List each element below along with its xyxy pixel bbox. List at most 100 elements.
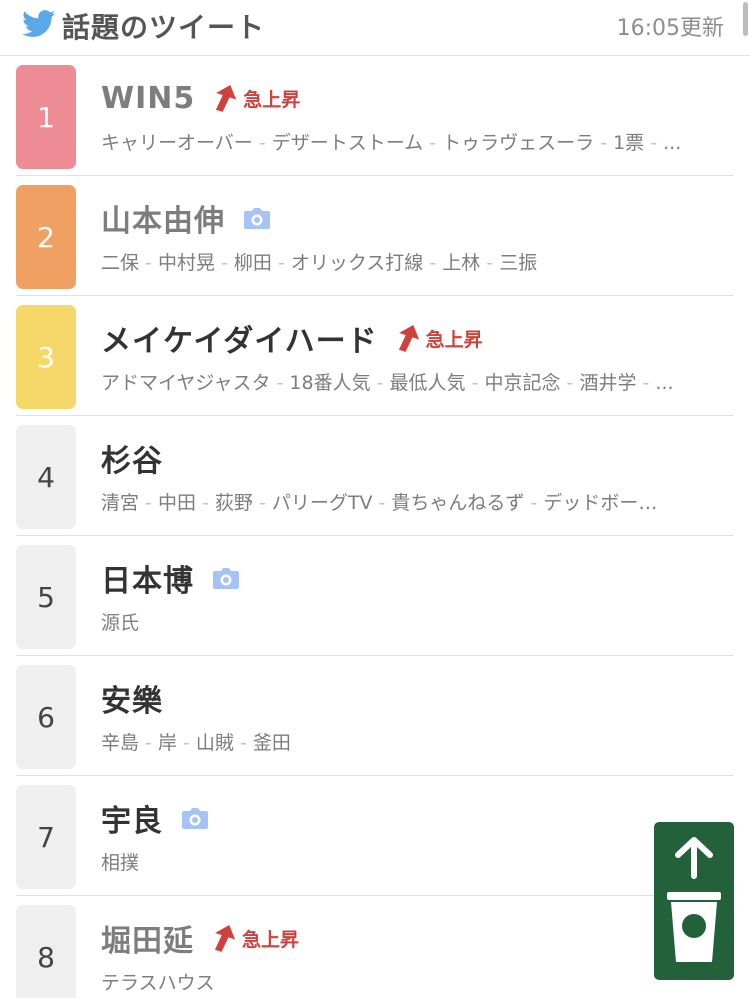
trend-title[interactable]: 堀田延 — [101, 916, 194, 960]
trend-heading: 堀田延 急上昇 — [101, 916, 299, 960]
related-tags: 清宮 - 中田 - 荻野 - パリーグTV - 貴ちゃんねるず - デッドボー… — [101, 488, 729, 515]
rising-arrow-icon — [398, 324, 419, 352]
related-tags: 二保 - 中村晃 - 柳田 - オリックス打線 - 上林 - 三振 — [101, 248, 729, 275]
rising-badge: 急上昇 — [210, 923, 299, 953]
tag-separator: - — [176, 732, 196, 754]
related-tags: キャリーオーバー - デザートストーム - トゥラヴェスーラ - 1票 - ..… — [101, 128, 729, 155]
related-tag[interactable]: 山賊 — [196, 732, 234, 754]
tag-separator: - — [252, 492, 272, 514]
related-tags: 源氏 — [101, 608, 729, 635]
rank-badge: 6 — [16, 665, 76, 769]
trend-title[interactable]: 安樂 — [101, 676, 163, 720]
header: 話題のツイート 16:05更新 — [0, 0, 750, 56]
related-tag[interactable]: 三振 — [499, 252, 537, 274]
related-tag[interactable]: 柳田 — [234, 252, 272, 274]
related-tag[interactable]: ... — [663, 132, 681, 154]
page-title: 話題のツイート — [62, 11, 266, 44]
camera-icon — [182, 808, 208, 829]
rank-badge: 7 — [16, 785, 76, 889]
tag-separator: - — [139, 732, 158, 754]
related-tag[interactable]: 岸 — [158, 732, 177, 754]
tag-separator: - — [644, 132, 664, 154]
rank-badge: 8 — [16, 905, 76, 998]
related-tag[interactable]: テラスハウス — [101, 972, 215, 994]
tag-separator: - — [214, 252, 234, 274]
trend-list: 1 WIN5 急上昇 キャリーオーバー - デザートストーム - トゥラヴェスーラ -… — [0, 56, 750, 998]
scroll-to-top-cup-icon — [667, 837, 721, 962]
related-tag[interactable]: オリックス打線 — [291, 252, 423, 274]
trend-row[interactable]: 8 堀田延 急上昇テラスハウス — [0, 896, 750, 998]
trend-heading: メイケイダイハード 急上昇 — [101, 316, 483, 360]
related-tag[interactable]: 辛島 — [101, 732, 139, 754]
twitter-bird-icon — [22, 10, 56, 37]
related-tag[interactable]: 貴ちゃんねるず — [391, 492, 524, 514]
trend-row[interactable]: 2 山本由伸 二保 - 中村晃 - 柳田 - オリックス打線 - 上林 - 三振 — [0, 176, 750, 296]
rising-label: 急上昇 — [242, 928, 300, 951]
related-tag[interactable]: 酒井学 — [579, 372, 636, 394]
related-tag[interactable]: 最低人気 — [390, 372, 466, 394]
trend-row[interactable]: 5 日本博源氏 — [0, 536, 750, 656]
rising-badge: 急上昇 — [394, 323, 483, 353]
rising-arrow-icon — [216, 84, 237, 112]
tag-separator: - — [594, 132, 614, 154]
related-tags: テラスハウス — [101, 968, 729, 995]
rank-badge: 4 — [16, 425, 76, 529]
trend-row[interactable]: 6 安樂辛島 - 岸 - 山賊 - 釜田 — [0, 656, 750, 776]
trend-heading: WIN5 急上昇 — [101, 76, 300, 120]
related-tag[interactable]: デッドボー… — [543, 492, 657, 514]
rank-badge: 5 — [16, 545, 76, 649]
related-tag[interactable]: 清宮 — [101, 492, 139, 514]
tag-separator: - — [252, 132, 272, 154]
related-tag[interactable]: 源氏 — [101, 612, 139, 634]
related-tag[interactable]: 1票 — [613, 132, 644, 154]
trend-row[interactable]: 3 メイケイダイハード 急上昇 アドマイヤジャスタ - 18番人気 - 最低人気 - … — [0, 296, 750, 416]
trend-row[interactable]: 4 杉谷清宮 - 中田 - 荻野 - パリーグTV - 貴ちゃんねるず - デッド… — [0, 416, 750, 536]
trend-title[interactable]: メイケイダイハード — [101, 316, 378, 360]
related-tag[interactable]: 釜田 — [253, 732, 291, 754]
related-tag[interactable]: 二保 — [101, 252, 139, 274]
related-tag[interactable]: アドマイヤジャスタ — [101, 372, 270, 394]
trend-heading: 山本由伸 — [101, 196, 271, 240]
trend-row[interactable]: 7 宇良相撲 — [0, 776, 750, 896]
tag-separator: - — [372, 492, 392, 514]
related-tag[interactable]: 中京記念 — [485, 372, 561, 394]
tag-separator: - — [423, 252, 443, 274]
related-tag[interactable]: 荻野 — [215, 492, 253, 514]
trend-title[interactable]: 山本由伸 — [101, 196, 225, 240]
related-tag[interactable]: トゥラヴェスーラ — [442, 132, 594, 154]
related-tag[interactable]: パリーグTV — [272, 492, 373, 514]
tag-separator: - — [480, 252, 500, 274]
scroll-to-top-button[interactable] — [654, 822, 734, 980]
rising-badge: 急上昇 — [211, 83, 300, 113]
tag-separator: - — [524, 492, 544, 514]
tag-separator: - — [370, 372, 390, 394]
trend-heading: 宇良 — [101, 796, 209, 840]
tag-separator: - — [560, 372, 580, 394]
trend-heading: 安樂 — [101, 676, 163, 720]
tag-separator: - — [139, 492, 158, 514]
trend-title[interactable]: WIN5 — [101, 81, 195, 116]
related-tag[interactable]: 中田 — [158, 492, 196, 514]
related-tags: 相撲 — [101, 848, 729, 875]
tag-separator: - — [423, 132, 443, 154]
trend-title[interactable]: 日本博 — [101, 556, 194, 600]
rising-arrow-icon — [214, 924, 236, 952]
related-tag[interactable]: 上林 — [442, 252, 480, 274]
related-tag[interactable]: 18番人気 — [289, 372, 370, 394]
related-tags: 辛島 - 岸 - 山賊 - 釜田 — [101, 728, 729, 755]
trend-heading: 杉谷 — [101, 436, 163, 480]
tag-separator: - — [270, 372, 290, 394]
trend-row[interactable]: 1 WIN5 急上昇 キャリーオーバー - デザートストーム - トゥラヴェスーラ -… — [0, 56, 750, 176]
trend-title[interactable]: 宇良 — [101, 796, 163, 840]
trend-title[interactable]: 杉谷 — [101, 436, 163, 480]
camera-icon — [213, 568, 239, 589]
related-tag[interactable]: デザートストーム — [272, 132, 423, 154]
rank-badge: 3 — [16, 305, 76, 409]
scrollbar[interactable] — [743, 2, 748, 36]
related-tag[interactable]: キャリーオーバー — [101, 132, 253, 154]
tag-separator: - — [139, 252, 158, 274]
related-tag[interactable]: ... — [655, 372, 673, 394]
related-tag[interactable]: 中村晃 — [158, 252, 215, 274]
tag-separator: - — [195, 492, 215, 514]
related-tag[interactable]: 相撲 — [101, 852, 139, 874]
